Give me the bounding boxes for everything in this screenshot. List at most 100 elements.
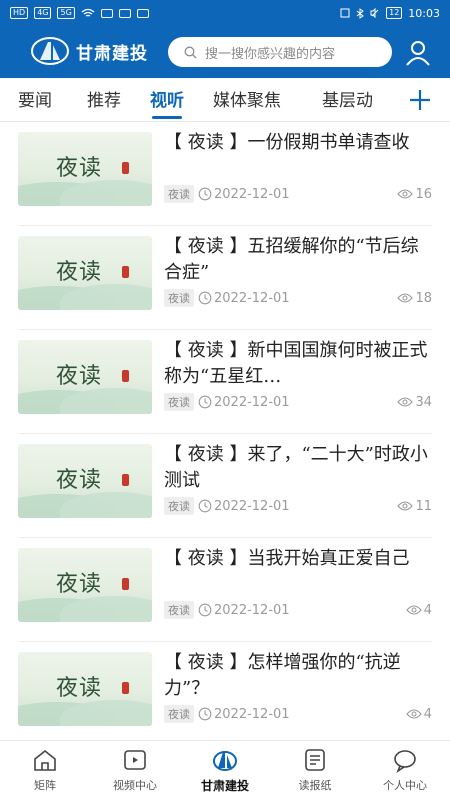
thumbnail-text: 夜读 xyxy=(56,260,103,285)
search-icon xyxy=(184,46,197,58)
list-item[interactable]: 夜读 【 夜读 】五招缓解你的“节后综合症” 夜读 2022-12-01 18 xyxy=(18,226,432,330)
category-tabs: 要闻 推荐 视听 媒体聚焦 基层动 xyxy=(0,78,450,122)
article-thumbnail: 夜读 xyxy=(18,444,152,518)
tab-recommend[interactable]: 推荐 xyxy=(87,86,121,111)
nav-item-home[interactable]: 甘肃建投 xyxy=(180,747,270,794)
view-count-value: 16 xyxy=(415,186,432,202)
tab-media-focus[interactable]: 媒体聚焦 xyxy=(213,86,281,111)
nav-item-newspaper[interactable]: 读报纸 xyxy=(270,747,360,793)
view-count-value: 18 xyxy=(415,290,432,306)
article-thumbnail: 夜读 xyxy=(18,548,152,622)
view-count-value: 4 xyxy=(423,602,432,618)
view-count: 34 xyxy=(397,395,432,410)
nav-item-profile[interactable]: 个人中心 xyxy=(360,747,450,793)
article-date: 2022-12-01 xyxy=(214,394,290,410)
list-item[interactable]: 夜读 【 夜读 】怎样增强你的“抗逆力”？ 夜读 2022-12-01 4 xyxy=(18,642,432,740)
view-count-value: 34 xyxy=(415,394,432,410)
article-meta: 夜读 2022-12-01 34 xyxy=(164,392,432,412)
view-count-value: 11 xyxy=(415,498,432,514)
article-date: 2022-12-01 xyxy=(214,706,290,722)
seal-icon xyxy=(122,578,129,590)
nav-label: 个人中心 xyxy=(383,779,427,792)
list-item[interactable]: 夜读 【 夜读 】新中国国旗何时被正式称为“五星红… 夜读 2022-12-01… xyxy=(18,330,432,434)
list-item[interactable]: 夜读 【 夜读 】一份假期书单请查收 夜读 2022-12-01 16 xyxy=(18,122,432,226)
tab-grassroots[interactable]: 基层动 xyxy=(322,86,373,111)
hd-indicator: HD xyxy=(10,7,29,19)
eye-icon xyxy=(397,397,414,407)
nfc-icon xyxy=(340,8,350,18)
seal-icon xyxy=(122,474,129,486)
app-title: 甘肃建投 xyxy=(76,43,148,64)
article-date: 2022-12-01 xyxy=(214,290,290,306)
eye-icon xyxy=(405,709,422,719)
seal-icon xyxy=(122,682,129,694)
wifi-icon xyxy=(81,8,95,17)
thumbnail-text: 夜读 xyxy=(56,364,103,389)
search-bar[interactable]: 搜一搜你感兴趣的内容 xyxy=(168,37,392,67)
seal-icon xyxy=(122,266,129,278)
user-icon[interactable] xyxy=(404,39,432,67)
search-input[interactable]: 搜一搜你感兴趣的内容 xyxy=(205,43,335,62)
thumbnail-text: 夜读 xyxy=(56,676,103,701)
nav-label: 矩阵 xyxy=(34,779,56,792)
status-time: 10:03 xyxy=(408,6,440,20)
signal-5g-indicator: 5G xyxy=(57,7,75,19)
article-title: 【 夜读 】来了，“二十大”时政小测试 xyxy=(164,444,428,491)
nav-item-video[interactable]: 视频中心 xyxy=(90,747,180,793)
app-icon xyxy=(136,8,149,18)
article-title: 【 夜读 】新中国国旗何时被正式称为“五星红… xyxy=(164,340,428,387)
view-count: 4 xyxy=(405,602,432,618)
article-thumbnail: 夜读 xyxy=(18,132,152,206)
article-thumbnail: 夜读 xyxy=(18,340,152,414)
eye-icon xyxy=(405,605,422,615)
article-title: 【 夜读 】当我开始真正爱自己 xyxy=(164,548,410,569)
nav-label: 读报纸 xyxy=(298,779,332,792)
thumbnail-text: 夜读 xyxy=(56,572,103,597)
view-count: 11 xyxy=(397,499,432,514)
article-meta: 夜读 2022-12-01 16 xyxy=(164,184,432,204)
view-count: 4 xyxy=(405,706,432,722)
bluetooth-icon xyxy=(356,7,364,19)
mute-icon xyxy=(370,8,379,18)
nav-label: 甘肃建投 xyxy=(200,779,249,793)
notification-icon xyxy=(100,8,113,18)
status-bar: HD 4G 5G 12 10:03 xyxy=(0,0,450,26)
article-title: 【 夜读 】五招缓解你的“节后综合症” xyxy=(164,236,419,283)
nav-label: 视频中心 xyxy=(113,779,157,792)
status-right: 12 10:03 xyxy=(340,7,440,20)
article-date: 2022-12-01 xyxy=(214,602,290,618)
article-tag: 夜读 xyxy=(164,289,194,307)
video-icon xyxy=(124,750,146,770)
eye-icon xyxy=(397,501,414,511)
article-thumbnail: 夜读 xyxy=(18,236,152,310)
article-meta: 夜读 2022-12-01 4 xyxy=(164,704,432,724)
tab-audiovisual[interactable]: 视听 xyxy=(150,86,184,119)
brand[interactable]: 甘肃建投 xyxy=(30,36,148,66)
bottom-nav: 矩阵 视频中心 甘肃建投 读报纸 个人中心 xyxy=(0,740,450,800)
tab-news[interactable]: 要闻 xyxy=(18,86,52,111)
clock-icon xyxy=(198,187,212,201)
message-icon xyxy=(118,8,131,18)
clock-icon xyxy=(198,499,212,513)
plus-icon[interactable] xyxy=(406,86,434,114)
signal-4g-indicator: 4G xyxy=(34,7,52,19)
newspaper-icon xyxy=(305,749,325,771)
clock-icon xyxy=(198,707,212,721)
list-item[interactable]: 夜读 【 夜读 】来了，“二十大”时政小测试 夜读 2022-12-01 11 xyxy=(18,434,432,538)
clock-icon xyxy=(198,395,212,409)
view-count-value: 4 xyxy=(423,706,432,722)
article-tag: 夜读 xyxy=(164,185,194,203)
eye-icon xyxy=(397,293,414,303)
list-item[interactable]: 夜读 【 夜读 】当我开始真正爱自己 夜读 2022-12-01 4 xyxy=(18,538,432,642)
article-tag: 夜读 xyxy=(164,601,194,619)
nav-item-matrix[interactable]: 矩阵 xyxy=(0,747,90,793)
article-tag: 夜读 xyxy=(164,393,194,411)
seal-icon xyxy=(122,370,129,382)
thumbnail-text: 夜读 xyxy=(56,468,103,493)
article-thumbnail: 夜读 xyxy=(18,652,152,726)
view-count: 16 xyxy=(397,187,432,202)
view-count: 18 xyxy=(397,291,432,306)
app-header: HD 4G 5G 12 10:03 甘肃建投 搜一搜你感兴趣的内容 xyxy=(0,0,450,78)
article-meta: 夜读 2022-12-01 18 xyxy=(164,288,432,308)
thumbnail-text: 夜读 xyxy=(56,156,103,181)
